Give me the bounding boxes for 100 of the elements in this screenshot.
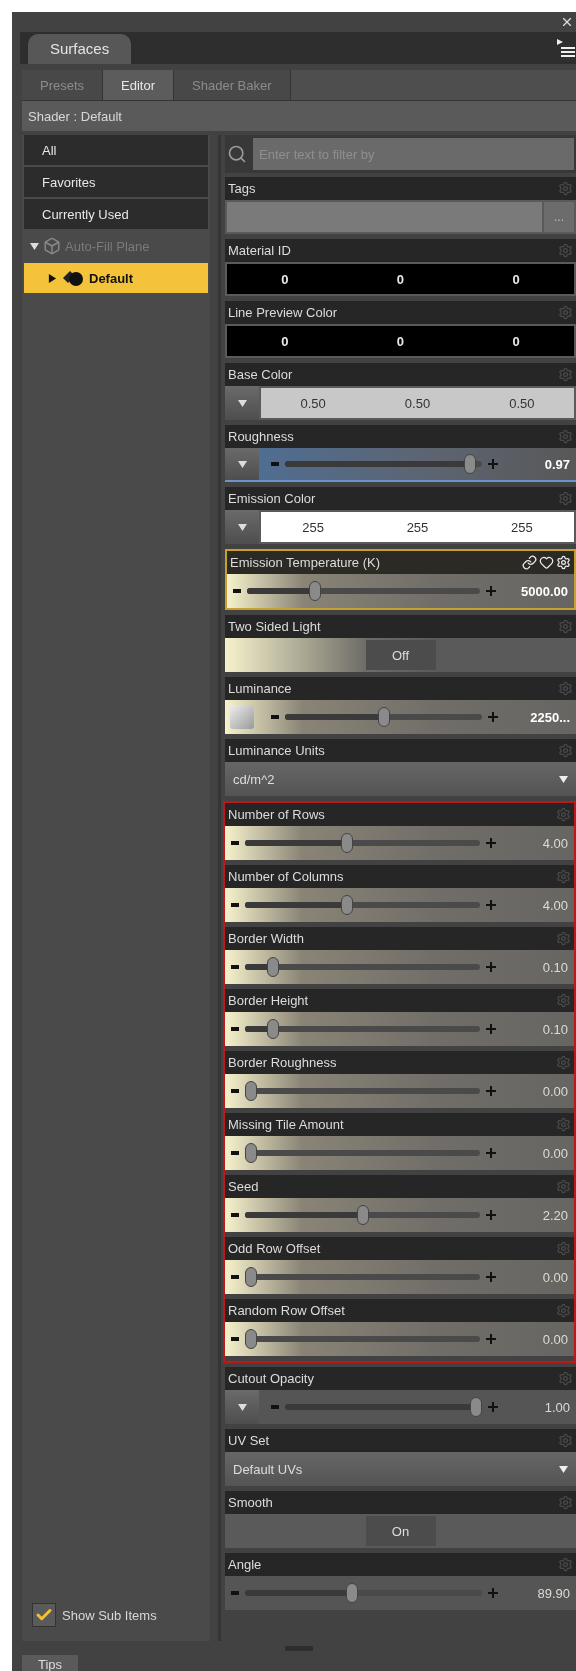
slider[interactable] [245, 1267, 480, 1287]
property-header[interactable]: Luminance Units [225, 739, 576, 762]
property-header[interactable]: Line Preview Color [225, 301, 576, 324]
link-icon[interactable] [522, 555, 537, 570]
property-header[interactable]: Number of Columns [225, 865, 574, 888]
slider-value[interactable]: 4.00 [502, 835, 568, 851]
slider-value[interactable]: 0.00 [502, 1269, 568, 1285]
menu-button[interactable] [225, 448, 259, 480]
plus-icon[interactable] [486, 962, 496, 972]
slider[interactable] [245, 957, 480, 977]
property-header[interactable]: Odd Row Offset [225, 1237, 574, 1260]
menu-button[interactable] [225, 386, 259, 420]
triangle-icon[interactable] [237, 522, 247, 532]
slider[interactable] [245, 1583, 482, 1603]
triangle-icon[interactable] [559, 1464, 568, 1474]
slider-value[interactable]: 0.00 [502, 1083, 568, 1099]
menu-button[interactable] [225, 510, 259, 544]
property-header[interactable]: Angle [225, 1553, 576, 1576]
slider-value[interactable]: 2.20 [502, 1207, 568, 1223]
slider[interactable] [285, 454, 482, 474]
slider[interactable] [245, 895, 480, 915]
menu-icon[interactable] [555, 38, 575, 58]
plus-icon[interactable] [486, 838, 496, 848]
property-header[interactable]: Tags [225, 177, 576, 200]
plus-icon[interactable] [486, 900, 496, 910]
slider[interactable] [245, 833, 480, 853]
plus-icon[interactable] [486, 1272, 496, 1282]
color-field[interactable]: 0.50 0.50 0.50 [261, 388, 574, 418]
menu-button[interactable] [225, 1390, 259, 1424]
category-item[interactable]: All [24, 135, 208, 165]
dropdown[interactable]: cd/m^2 [225, 762, 576, 796]
category-item[interactable]: Favorites [24, 167, 208, 197]
property-header[interactable]: UV Set [225, 1429, 576, 1452]
color-swatch[interactable] [230, 705, 254, 729]
slider-value[interactable]: 0.00 [502, 1331, 568, 1347]
plus-icon[interactable] [486, 1086, 496, 1096]
property-header[interactable]: Smooth [225, 1491, 576, 1514]
property-header[interactable]: Number of Rows [225, 803, 574, 826]
slider-value[interactable]: 5000.00 [502, 583, 568, 599]
property-header[interactable]: Missing Tile Amount [225, 1113, 574, 1136]
property-header[interactable]: Cutout Opacity [225, 1367, 576, 1390]
dropdown[interactable]: Default UVs [225, 1452, 576, 1486]
slider-value[interactable]: 2250... [504, 709, 570, 725]
property-header[interactable]: Border Width [225, 927, 574, 950]
plus-icon[interactable] [486, 1210, 496, 1220]
plus-icon[interactable] [486, 1148, 496, 1158]
property-header[interactable]: Seed [225, 1175, 574, 1198]
property-header[interactable]: Random Row Offset [225, 1299, 574, 1322]
slider[interactable] [247, 581, 480, 601]
color-field[interactable]: 255 255 255 [261, 512, 574, 542]
color-field[interactable]: 0 0 0 [227, 264, 574, 294]
property-header[interactable]: Emission Color [225, 487, 576, 510]
slider-value[interactable]: 0.10 [502, 1021, 568, 1037]
property-header[interactable]: Border Height [225, 989, 574, 1012]
property-header[interactable]: Roughness [225, 425, 576, 448]
close-icon[interactable] [560, 15, 574, 29]
slider[interactable] [245, 1329, 480, 1349]
property-header[interactable]: Material ID [225, 239, 576, 262]
slider-value[interactable]: 0.10 [502, 959, 568, 975]
property-header[interactable]: Border Roughness [225, 1051, 574, 1074]
triangle-icon[interactable] [559, 774, 568, 784]
plus-icon[interactable] [488, 459, 498, 469]
property-label: Tags [228, 181, 256, 196]
triangle-icon[interactable] [237, 398, 247, 408]
color-value: 0 [512, 271, 520, 287]
plus-icon[interactable] [486, 1334, 496, 1344]
bottom-tab[interactable]: Tips [22, 1655, 79, 1671]
property-header[interactable]: Luminance [225, 677, 576, 700]
slider[interactable] [245, 1205, 480, 1225]
plus-icon[interactable] [488, 712, 498, 722]
plus-icon[interactable] [488, 1402, 498, 1412]
slider[interactable] [285, 707, 482, 727]
plus-icon[interactable] [486, 586, 496, 596]
color-field[interactable]: 0 0 0 [227, 326, 574, 356]
slider[interactable] [245, 1143, 480, 1163]
slider[interactable] [245, 1019, 480, 1039]
slider-value[interactable]: 4.00 [502, 897, 568, 913]
property-header[interactable]: Emission Temperature (K) [227, 551, 574, 574]
tags-field[interactable] [227, 202, 542, 232]
tab[interactable]: Editor [103, 70, 175, 100]
checkbox[interactable] [32, 1603, 56, 1627]
property-header[interactable]: Two Sided Light [225, 615, 576, 638]
search-icon[interactable] [227, 144, 247, 164]
category-item[interactable]: Currently Used [24, 199, 208, 229]
toggle-button[interactable]: On [365, 1516, 436, 1546]
plus-icon[interactable] [486, 1024, 496, 1034]
slider[interactable] [285, 1397, 482, 1417]
slider-value[interactable]: 0.97 [504, 456, 570, 472]
slider-value[interactable]: 0.00 [502, 1145, 568, 1161]
heart-icon[interactable] [539, 555, 554, 570]
toggle-button[interactable]: Off [365, 640, 436, 670]
slider-value[interactable]: 1.00 [504, 1399, 570, 1415]
triangle-icon[interactable] [237, 1402, 247, 1412]
property-header[interactable]: Base Color [225, 363, 576, 386]
slider-value[interactable]: 89.90 [504, 1585, 570, 1601]
plus-icon[interactable] [488, 1588, 498, 1598]
color-value: 0 [512, 333, 520, 349]
triangle-icon[interactable] [237, 459, 247, 469]
slider[interactable] [245, 1081, 480, 1101]
panel-tab[interactable]: Surfaces [28, 34, 132, 64]
